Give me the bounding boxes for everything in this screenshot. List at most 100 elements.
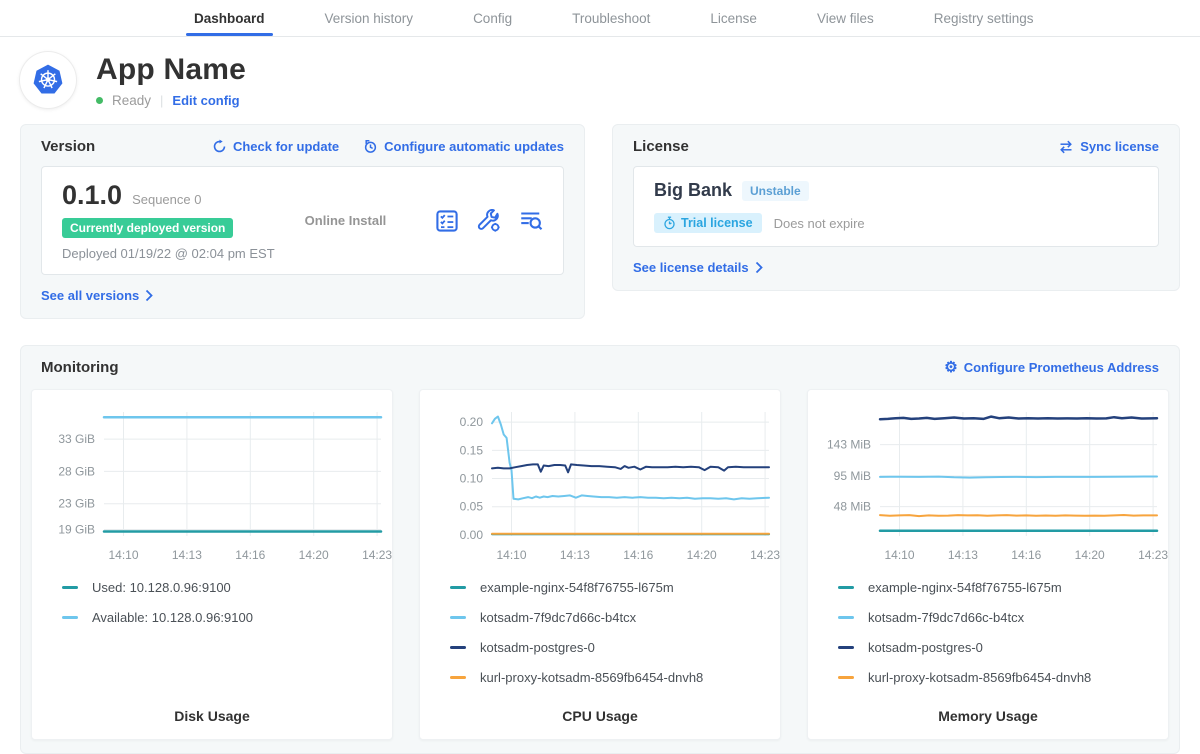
see-license-details-link[interactable]: See license details	[633, 260, 764, 275]
svg-text:14:10: 14:10	[496, 548, 526, 562]
svg-text:14:16: 14:16	[623, 548, 653, 562]
legend-swatch	[450, 676, 466, 679]
top-nav: Dashboard Version history Config Trouble…	[0, 0, 1200, 37]
legend-item: example-nginx-54f8f76755-l675m	[838, 580, 1168, 595]
chevron-right-icon	[145, 289, 154, 302]
svg-text:19 GiB: 19 GiB	[58, 523, 95, 537]
tab-dashboard[interactable]: Dashboard	[192, 0, 267, 36]
svg-text:14:20: 14:20	[687, 548, 717, 562]
legend-label: kurl-proxy-kotsadm-8569fb6454-dnvh8	[480, 670, 703, 685]
see-all-versions-link[interactable]: See all versions	[41, 288, 154, 303]
svg-text:14:13: 14:13	[948, 548, 978, 562]
deployed-badge: Currently deployed version	[62, 218, 233, 238]
legend-item: kotsadm-7f9dc7d66c-b4tcx	[838, 610, 1168, 625]
deployed-timestamp: Deployed 01/19/22 @ 02:04 pm EST	[62, 246, 275, 261]
legend-item: kurl-proxy-kotsadm-8569fb6454-dnvh8	[838, 670, 1168, 685]
divider: |	[160, 93, 163, 108]
svg-text:0.20: 0.20	[460, 415, 484, 429]
customer-name: Big Bank	[654, 180, 732, 201]
legend-swatch	[838, 646, 854, 649]
legend-swatch	[62, 616, 78, 619]
tab-registry-settings[interactable]: Registry settings	[932, 0, 1036, 36]
svg-text:14:20: 14:20	[1075, 548, 1105, 562]
legend-swatch	[62, 586, 78, 589]
kubernetes-icon	[25, 57, 71, 103]
svg-text:14:23: 14:23	[362, 548, 392, 562]
svg-text:14:16: 14:16	[235, 548, 265, 562]
cpu-usage-legend: example-nginx-54f8f76755-l675m kotsadm-7f…	[420, 580, 780, 700]
svg-text:48 MiB: 48 MiB	[834, 500, 871, 514]
svg-text:14:23: 14:23	[750, 548, 780, 562]
edit-config-link[interactable]: Edit config	[172, 93, 239, 108]
legend-item: Used: 10.128.0.96:9100	[62, 580, 392, 595]
tab-view-files[interactable]: View files	[815, 0, 876, 36]
chart-title: Disk Usage	[32, 700, 392, 724]
disk-usage-chart: 14:1014:1314:1614:2014:2319 GiB23 GiB28 …	[32, 400, 392, 568]
legend-swatch	[450, 646, 466, 649]
tab-config[interactable]: Config	[471, 0, 514, 36]
legend-label: example-nginx-54f8f76755-l675m	[868, 580, 1062, 595]
sync-license-button[interactable]: Sync license	[1058, 139, 1159, 154]
legend-swatch	[838, 676, 854, 679]
memory-usage-chart: 14:1014:1314:1614:2014:2348 MiB95 MiB143…	[808, 400, 1168, 568]
license-panel: License Sync license Big Bank Unstable	[612, 124, 1180, 291]
monitoring-title: Monitoring	[41, 359, 118, 376]
tab-version-history[interactable]: Version history	[323, 0, 416, 36]
current-version-card: 0.1.0 Sequence 0 Currently deployed vers…	[41, 166, 564, 275]
svg-text:0.05: 0.05	[460, 500, 484, 514]
legend-label: kotsadm-postgres-0	[480, 640, 595, 655]
legend-label: Used: 10.128.0.96:9100	[92, 580, 231, 595]
legend-swatch	[838, 616, 854, 619]
svg-text:14:20: 14:20	[299, 548, 329, 562]
configure-automatic-updates-button[interactable]: Configure automatic updates	[363, 139, 564, 154]
license-expiry: Does not expire	[774, 216, 865, 231]
legend-item: example-nginx-54f8f76755-l675m	[450, 580, 780, 595]
version-panel-title: Version	[41, 138, 95, 155]
svg-text:0.10: 0.10	[460, 472, 484, 486]
version-number: 0.1.0	[62, 180, 122, 211]
app-header: App Name Ready | Edit config	[20, 52, 1180, 108]
deploy-logs-icon[interactable]	[519, 209, 543, 233]
license-card: Big Bank Unstable Trial license	[633, 166, 1159, 247]
install-type: Online Install	[305, 213, 387, 228]
svg-text:23 GiB: 23 GiB	[58, 497, 95, 511]
clock-refresh-icon	[363, 139, 378, 154]
svg-text:14:10: 14:10	[884, 548, 914, 562]
svg-text:0.15: 0.15	[460, 443, 484, 457]
legend-swatch	[838, 586, 854, 589]
refresh-icon	[212, 139, 227, 154]
tab-license[interactable]: License	[708, 0, 759, 36]
tab-troubleshoot[interactable]: Troubleshoot	[570, 0, 652, 36]
legend-label: kurl-proxy-kotsadm-8569fb6454-dnvh8	[868, 670, 1091, 685]
configure-prometheus-button[interactable]: ⚙ Configure Prometheus Address	[944, 360, 1159, 375]
svg-text:95 MiB: 95 MiB	[834, 469, 871, 483]
legend-label: kotsadm-postgres-0	[868, 640, 983, 655]
svg-text:0.00: 0.00	[460, 528, 484, 542]
config-wrench-icon[interactable]	[477, 209, 501, 233]
svg-text:33 GiB: 33 GiB	[58, 432, 95, 446]
preflight-checks-icon[interactable]	[435, 209, 459, 233]
svg-text:14:13: 14:13	[172, 548, 202, 562]
license-type-badge: Trial license	[654, 213, 762, 233]
gear-icon: ⚙	[944, 360, 957, 375]
version-panel: Version Check for update Configure au	[20, 124, 585, 319]
legend-item: kotsadm-postgres-0	[450, 640, 780, 655]
disk-usage-chart-card: 14:1014:1314:1614:2014:2319 GiB23 GiB28 …	[31, 389, 393, 740]
legend-label: example-nginx-54f8f76755-l675m	[480, 580, 674, 595]
legend-item: kotsadm-7f9dc7d66c-b4tcx	[450, 610, 780, 625]
legend-swatch	[450, 586, 466, 589]
legend-item: Available: 10.128.0.96:9100	[62, 610, 392, 625]
legend-label: Available: 10.128.0.96:9100	[92, 610, 253, 625]
chart-title: Memory Usage	[808, 700, 1168, 724]
cpu-usage-chart-card: 14:10 14:13 14:16 14:20 14:23 0.00 0.05 0.10 0.1…	[419, 389, 781, 740]
channel-badge: Unstable	[742, 181, 809, 201]
svg-text:14:23: 14:23	[1138, 548, 1168, 562]
legend-label: kotsadm-7f9dc7d66c-b4tcx	[868, 610, 1024, 625]
legend-swatch	[450, 616, 466, 619]
stopwatch-icon	[663, 216, 676, 230]
check-for-update-button[interactable]: Check for update	[212, 139, 339, 154]
svg-text:143 MiB: 143 MiB	[827, 438, 871, 452]
page-title: App Name	[96, 53, 246, 87]
memory-usage-chart-card: 14:1014:1314:1614:2014:2348 MiB95 MiB143…	[807, 389, 1169, 740]
svg-text:14:13: 14:13	[560, 548, 590, 562]
